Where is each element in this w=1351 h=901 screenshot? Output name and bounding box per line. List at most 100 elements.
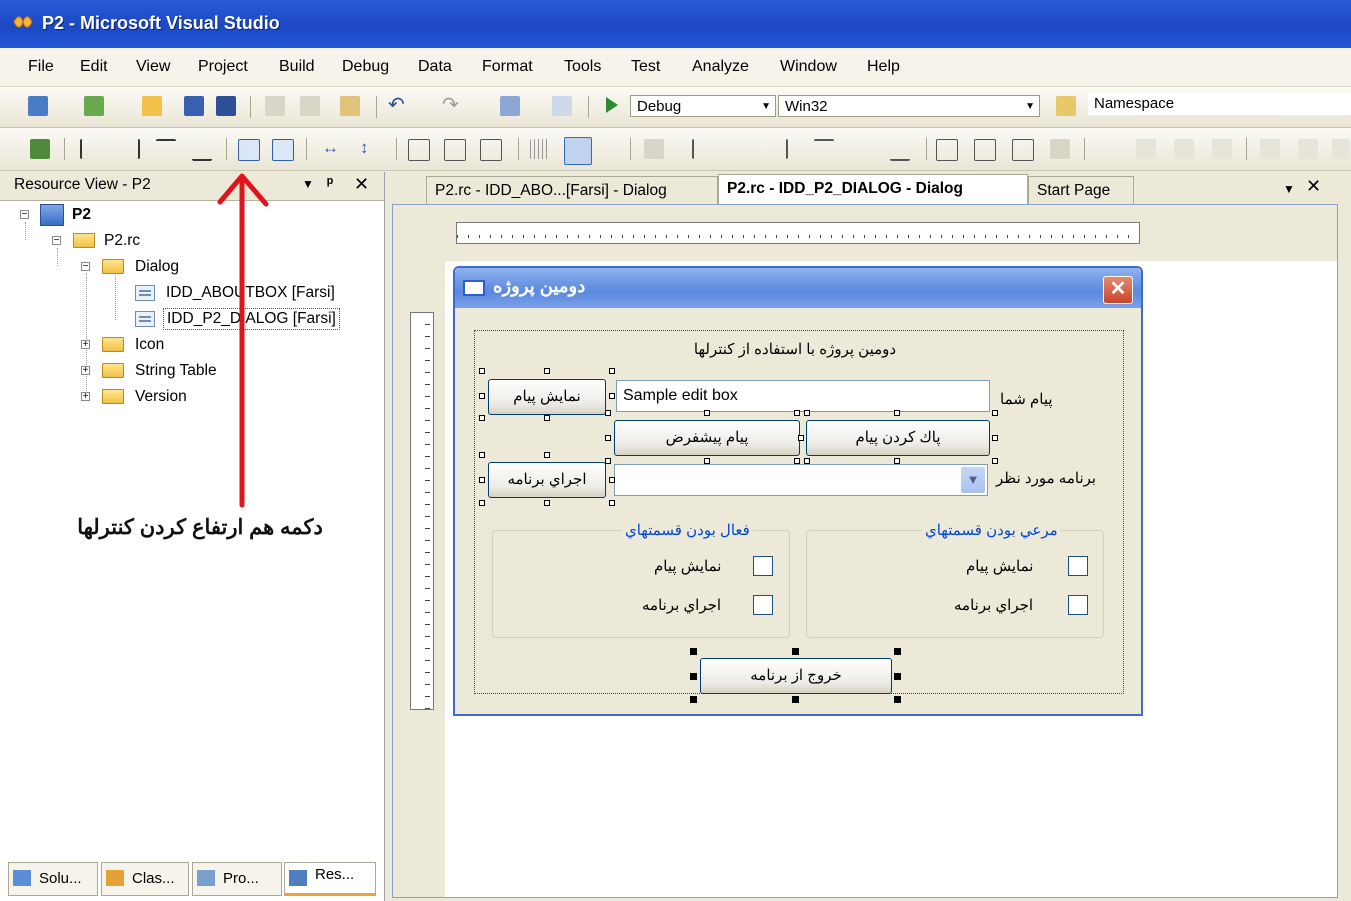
format-same-size-icon[interactable]	[1012, 139, 1034, 161]
window-position-dropdown-icon[interactable]: ▼	[302, 177, 314, 191]
selection-handle[interactable]	[894, 696, 901, 703]
make-same-width-icon[interactable]	[408, 139, 430, 161]
namespace-field[interactable]: Namespace	[1088, 93, 1351, 115]
format-decrease-spacing-icon[interactable]	[1174, 139, 1194, 159]
tab-class-view[interactable]: Clas...	[101, 862, 189, 896]
collapse-icon[interactable]: −	[52, 236, 61, 246]
clear-message-button[interactable]: پاك كردن پيام	[806, 420, 990, 456]
tab-start-page[interactable]: Start Page	[1028, 176, 1134, 204]
active-run-program-checkbox[interactable]	[753, 595, 773, 615]
add-new-project-icon[interactable]	[28, 96, 48, 116]
tree-item-version[interactable]: Version	[135, 388, 187, 406]
menu-format[interactable]: Format	[482, 58, 533, 76]
solution-configuration-combo[interactable]: Debug ▼	[630, 95, 776, 117]
menu-view[interactable]: View	[136, 58, 170, 76]
paste-icon[interactable]	[340, 96, 360, 116]
selection-handle[interactable]	[794, 410, 800, 416]
visible-show-message-checkbox[interactable]	[1068, 556, 1088, 576]
menu-window[interactable]: Window	[780, 58, 837, 76]
selection-handle[interactable]	[804, 458, 810, 464]
make-same-size-icon[interactable]	[480, 139, 502, 161]
menu-data[interactable]: Data	[418, 58, 452, 76]
selection-handle[interactable]	[479, 500, 485, 506]
menu-debug[interactable]: Debug	[342, 58, 389, 76]
align-bottom-icon[interactable]	[192, 139, 212, 161]
vertical-ruler[interactable]	[410, 312, 434, 710]
expand-icon[interactable]: +	[81, 340, 90, 350]
format-increase-vertical-icon[interactable]	[1298, 139, 1318, 159]
start-debugging-icon[interactable]	[606, 97, 618, 113]
format-same-height-icon[interactable]	[974, 139, 996, 161]
active-files-dropdown-icon[interactable]: ▼	[1283, 182, 1295, 196]
dialog-close-icon[interactable]: ✕	[1103, 276, 1133, 304]
save-all-icon[interactable]	[216, 96, 236, 116]
close-panel-icon[interactable]: ✕	[354, 174, 369, 195]
selection-handle[interactable]	[544, 500, 550, 506]
selection-handle[interactable]	[479, 477, 485, 483]
find-in-files-icon[interactable]	[1056, 96, 1076, 116]
selection-handle[interactable]	[894, 673, 901, 680]
navigate-forward-icon[interactable]	[552, 96, 572, 116]
add-new-item-icon[interactable]	[84, 96, 104, 116]
format-decrease-vertical-icon[interactable]	[1332, 139, 1350, 159]
space-across-icon[interactable]: ↔	[322, 139, 342, 159]
menu-analyze[interactable]: Analyze	[692, 58, 749, 76]
center-horizontal-icon[interactable]	[272, 139, 294, 161]
format-remove-spacing-icon[interactable]	[1212, 139, 1232, 159]
selection-handle[interactable]	[609, 368, 615, 374]
undo-icon[interactable]: ↶	[388, 95, 408, 116]
menu-help[interactable]: Help	[867, 58, 900, 76]
selection-handle[interactable]	[605, 435, 611, 441]
selection-handle[interactable]	[894, 458, 900, 464]
selection-handle[interactable]	[544, 452, 550, 458]
selection-handle[interactable]	[804, 410, 810, 416]
expand-icon[interactable]: +	[81, 366, 90, 376]
format-align-left-icon[interactable]	[692, 139, 714, 159]
selection-handle[interactable]	[609, 477, 615, 483]
tab-p2-dialog[interactable]: P2.rc - IDD_P2_DIALOG - Dialog	[718, 174, 1028, 204]
selection-handle[interactable]	[704, 410, 710, 416]
menu-tools[interactable]: Tools	[564, 58, 601, 76]
selection-handle[interactable]	[690, 673, 697, 680]
selection-handle[interactable]	[479, 368, 485, 374]
selection-handle[interactable]	[894, 648, 901, 655]
menu-file[interactable]: File	[28, 58, 54, 76]
selection-handle[interactable]	[544, 415, 550, 421]
format-align-right-icon[interactable]	[766, 139, 788, 159]
selection-handle[interactable]	[609, 500, 615, 506]
show-message-button[interactable]: نمايش پيام	[488, 379, 606, 415]
tab-resource-view[interactable]: Res...	[284, 862, 376, 896]
program-combo-box[interactable]: ▼	[614, 464, 988, 496]
selection-handle[interactable]	[479, 393, 485, 399]
space-down-icon[interactable]: ↕	[360, 139, 380, 159]
menu-project[interactable]: Project	[198, 58, 248, 76]
exit-program-button[interactable]: خروج از برنامه	[700, 658, 892, 694]
cut-icon[interactable]	[265, 96, 285, 116]
redo-icon[interactable]: ↷	[442, 95, 462, 116]
selection-handle[interactable]	[792, 696, 799, 703]
selection-handle[interactable]	[894, 410, 900, 416]
save-icon[interactable]	[184, 96, 204, 116]
align-right-icon[interactable]	[118, 139, 140, 159]
copy-icon[interactable]	[300, 96, 320, 116]
format-size-to-grid-icon[interactable]	[1050, 139, 1070, 159]
close-document-icon[interactable]: ✕	[1306, 176, 1321, 197]
selection-handle[interactable]	[609, 393, 615, 399]
format-align-middle-icon[interactable]	[852, 139, 872, 159]
toggle-grid-icon[interactable]	[530, 139, 550, 159]
selection-handle[interactable]	[605, 458, 611, 464]
tree-item-icon[interactable]: Icon	[135, 336, 164, 354]
format-vertical-spacing-icon[interactable]	[1260, 139, 1280, 159]
tab-property-manager[interactable]: Pro...	[192, 862, 282, 896]
format-align-bottom-icon[interactable]	[890, 139, 910, 161]
run-program-button[interactable]: اجراي برنامه	[488, 462, 606, 498]
test-dialog-icon[interactable]	[30, 139, 50, 159]
menu-build[interactable]: Build	[279, 58, 315, 76]
toggle-guides-icon[interactable]	[564, 137, 592, 165]
message-edit-box[interactable]: Sample edit box	[616, 380, 990, 412]
tree-item-dialog[interactable]: Dialog	[135, 258, 179, 276]
selection-handle[interactable]	[794, 458, 800, 464]
format-increase-spacing-icon[interactable]	[1136, 139, 1156, 159]
solution-platform-combo[interactable]: Win32 ▼	[778, 95, 1040, 117]
tab-solution-explorer[interactable]: Solu...	[8, 862, 98, 896]
